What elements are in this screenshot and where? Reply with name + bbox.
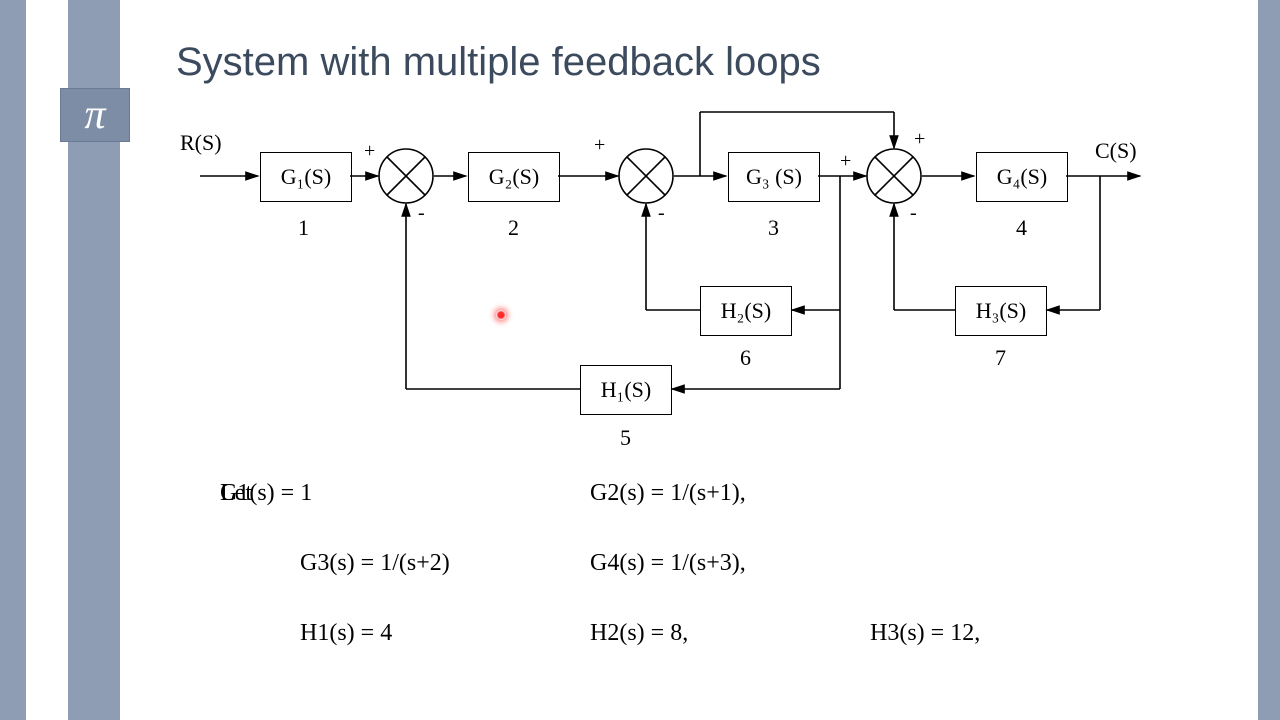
eq-g2: G2(s) = 1/(s+1), (590, 480, 746, 507)
diagram-stage: R(S) G₁(S) 1 + - G₂(S) 2 + - G₃ (S) 3 + … (120, 0, 1258, 720)
diagram-lines (120, 0, 1258, 460)
eq-h1: H1(s) = 4 (300, 620, 392, 647)
pi-icon: π (60, 88, 130, 142)
right-stripe (1258, 0, 1280, 720)
eq-g4: G4(s) = 1/(s+3), (590, 550, 746, 577)
sidebar-outer-stripe (0, 0, 26, 720)
eq-g3: G3(s) = 1/(s+2) (300, 550, 450, 577)
eq-g1: G1(s) = 1 (220, 480, 312, 507)
eq-h2: H2(s) = 8, (590, 620, 688, 647)
eq-h3: H3(s) = 12, (870, 620, 980, 647)
laser-pointer-icon (496, 310, 506, 320)
